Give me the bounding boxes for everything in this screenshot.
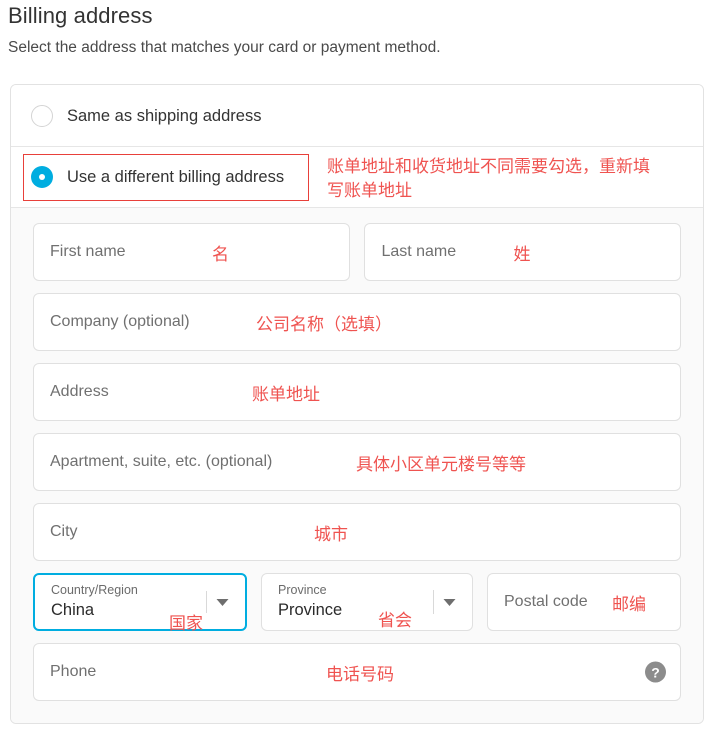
company-field[interactable]: Company (optional) 公司名称（选填） — [33, 293, 681, 351]
address-row: Address 账单地址 — [33, 363, 681, 421]
phone-placeholder: Phone — [50, 663, 97, 680]
last-name-field[interactable]: Last name 姓 — [364, 223, 682, 281]
apartment-field[interactable]: Apartment, suite, etc. (optional) 具体小区单元… — [33, 433, 681, 491]
page-header: Billing address Select the address that … — [0, 0, 714, 58]
page-subtitle: Select the address that matches your car… — [8, 39, 441, 56]
phone-field[interactable]: Phone 电话号码 ? — [33, 643, 681, 701]
radio-same-as-shipping-icon[interactable] — [31, 104, 53, 127]
radio-different-billing-label: Use a different billing address — [67, 168, 285, 186]
annotation-different-billing: 账单地址和收货地址不同需要勾选，重新填 写账单地址 — [327, 157, 650, 201]
annotation-country: 国家 — [169, 614, 203, 634]
annotation-postal-code: 邮编 — [612, 594, 646, 615]
city-row: City 城市 — [33, 503, 681, 561]
province-value: Province — [278, 601, 343, 619]
annotation-last-name: 姓 — [513, 244, 531, 265]
province-select-divider — [433, 590, 434, 614]
chevron-down-icon[interactable] — [211, 591, 233, 613]
radio-option-different-billing[interactable]: Use a different billing address 账单地址和收货地… — [11, 146, 703, 207]
country-province-postal-row: Country/Region China 国家 Province Provinc… — [33, 573, 681, 634]
apartment-row: Apartment, suite, etc. (optional) 具体小区单元… — [33, 433, 681, 491]
phone-row: Phone 电话号码 ? — [33, 643, 681, 701]
apartment-placeholder: Apartment, suite, etc. (optional) — [50, 453, 273, 470]
annotation-phone: 电话号码 — [326, 664, 394, 685]
first-name-placeholder: First name — [50, 243, 126, 260]
company-placeholder: Company (optional) — [50, 313, 190, 330]
country-select-divider — [206, 591, 207, 613]
page-title: Billing address — [8, 3, 153, 28]
name-row: First name 名 Last name 姓 — [33, 223, 682, 281]
country-region-value: China — [51, 601, 95, 619]
address-field[interactable]: Address 账单地址 — [33, 363, 681, 421]
province-text: Province Province — [278, 583, 342, 620]
company-row: Company (optional) 公司名称（选填） — [33, 293, 681, 351]
country-region-text: Country/Region China — [51, 583, 138, 620]
radio-option-same-as-shipping[interactable]: Same as shipping address — [11, 85, 703, 146]
city-placeholder: City — [50, 523, 78, 540]
annotation-address: 账单地址 — [252, 384, 320, 405]
annotation-first-name: 名 — [212, 244, 229, 265]
annotation-city: 城市 — [314, 524, 348, 545]
postal-code-field[interactable]: Postal code 邮编 — [487, 573, 681, 631]
province-label: Province — [278, 583, 327, 598]
last-name-placeholder: Last name — [381, 243, 457, 260]
annotation-province: 省会 — [378, 611, 412, 631]
billing-address-card: Same as shipping address Use a different… — [10, 84, 704, 724]
country-region-label: Country/Region — [51, 583, 138, 598]
first-name-field[interactable]: First name 名 — [33, 223, 351, 281]
billing-address-form: First name 名 Last name 姓 Company (option… — [11, 207, 703, 723]
city-field[interactable]: City 城市 — [33, 503, 681, 561]
radio-same-as-shipping-label: Same as shipping address — [67, 106, 262, 125]
radio-different-billing-icon[interactable] — [31, 166, 53, 188]
help-icon[interactable]: ? — [645, 661, 666, 683]
postal-code-placeholder: Postal code — [504, 593, 588, 610]
country-region-select[interactable]: Country/Region China 国家 — [33, 573, 247, 634]
annotation-company: 公司名称（选填） — [256, 314, 392, 335]
province-select[interactable]: Province Province 省会 — [261, 573, 473, 631]
address-placeholder: Address — [50, 383, 109, 400]
chevron-down-icon[interactable] — [438, 591, 460, 613]
billing-address-page: Billing address Select the address that … — [0, 0, 714, 748]
annotation-apartment: 具体小区单元楼号等等 — [356, 454, 526, 475]
